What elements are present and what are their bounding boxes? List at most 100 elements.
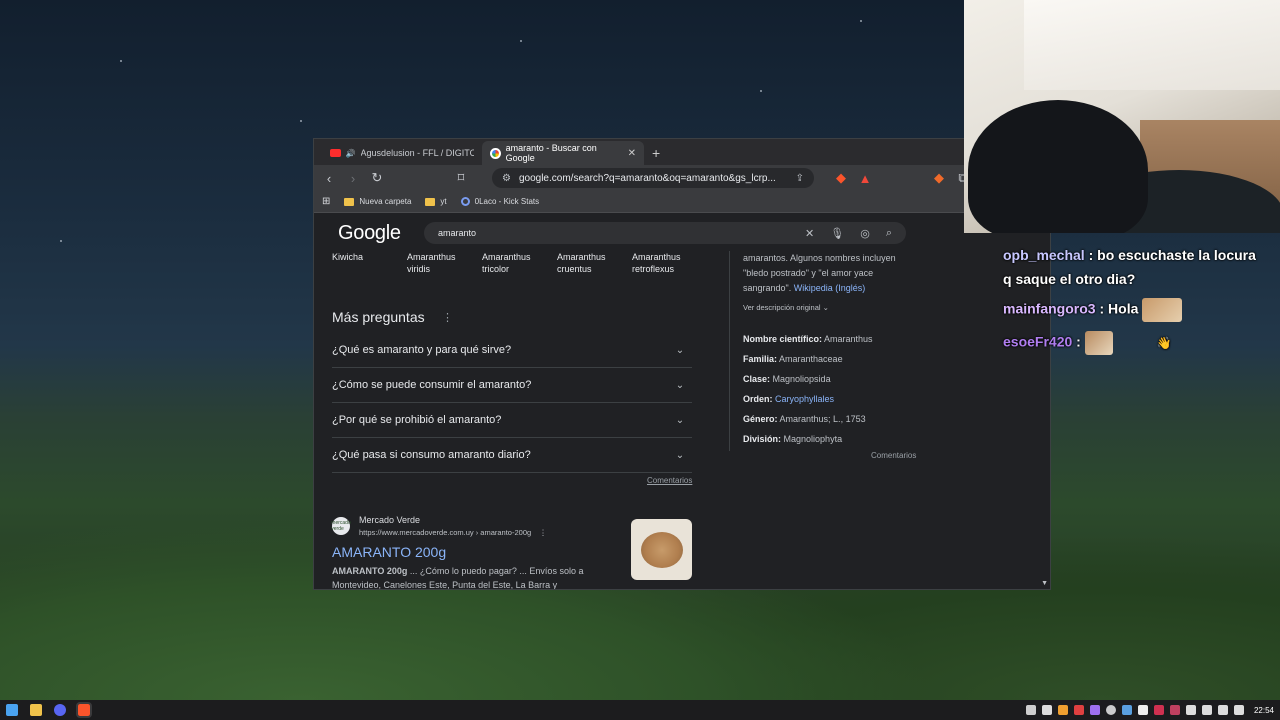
fact-value-link[interactable]: Caryophyllales [775,394,834,404]
forward-icon[interactable]: › [346,171,360,186]
clear-icon[interactable]: ✕ [805,227,814,240]
rewards-icon[interactable]: ▲ [858,171,872,186]
search-icon[interactable]: ⌕ [886,227,892,240]
kg-feedback-link[interactable]: Comentarios [871,451,916,460]
wifi-icon[interactable] [1201,705,1212,715]
search-box[interactable]: amaranto ✕ 🎙 ◎ ⌕ [424,222,906,244]
chevron-down-icon[interactable]: ⌄ [672,412,688,428]
bookmark-nueva-carpeta[interactable]: Nueva carpeta [344,197,411,206]
tray-app-icon[interactable] [1121,705,1132,715]
kg-fact: Nombre científico: Amaranthus [743,329,873,349]
tab-label: amaranto - Buscar con Google [505,143,597,163]
shields-icon[interactable]: ◆ [834,170,848,186]
tray-app-icon[interactable] [1153,705,1164,715]
tray-app-icon[interactable] [1169,705,1180,715]
see-original-toggle[interactable]: Ver descripción original ⌄ [743,300,829,315]
chat-username: esoeFr420 [1003,333,1073,350]
reload-icon[interactable]: ↻ [370,170,384,186]
fact-label: Nombre científico: [743,334,823,344]
question-item[interactable]: ¿Qué es amaranto y para qué sirve? ⌄ [332,333,692,368]
related-item[interactable]: Amaranthus tricolor [482,251,534,275]
question-item[interactable]: ¿Por qué se prohibió el amaranto? ⌄ [332,403,692,438]
mic-icon[interactable]: 🎙 [830,227,844,240]
question-text: ¿Qué pasa si consumo amaranto diario? [332,449,531,461]
related-item[interactable]: Kiwicha [332,251,384,275]
url-text: google.com/search?q=amaranto&oq=amaranto… [518,172,776,184]
google-logo[interactable]: Google [338,222,401,245]
star [520,40,522,42]
wikipedia-link[interactable]: Wikipedia (Inglés) [794,283,866,293]
lens-icon[interactable]: ◎ [860,227,870,240]
question-item[interactable]: ¿Cómo se puede consumir el amaranto? ⌄ [332,368,692,403]
kg-fact: División: Magnoliophyta [743,429,873,449]
toolbar: ‹ › ↻ ⌑ ⚙ google.com/search?q=amaranto&o… [314,165,1050,191]
tray-app-icon[interactable] [1057,705,1068,715]
star [300,120,302,122]
bookmark-kick-stats[interactable]: 0Laco - Kick Stats [460,197,540,206]
kg-facts: Nombre científico: Amaranthus Familia: A… [743,329,873,449]
new-tab-button[interactable]: + [644,141,668,165]
bookmark-yt[interactable]: yt [425,197,447,206]
amaranth-bowl-image [640,531,683,568]
question-item[interactable]: ¿Qué pasa si consumo amaranto diario? ⌄ [332,438,692,473]
apps-icon[interactable]: ⊞ [322,196,330,207]
google-header: Google amaranto ✕ 🎙 ◎ ⌕ [314,215,1050,251]
chevron-down-icon[interactable]: ⌄ [672,342,688,358]
system-tray: 22:54 [1025,705,1274,715]
result-site-name[interactable]: Mercado Verde [359,515,420,525]
tray-app-icon[interactable] [1073,705,1084,715]
google-icon [490,147,501,159]
chat-message: opb_mechal : bo escuchaste la locura [1003,247,1256,263]
result-url-text: https://www.mercadoverde.com.uy › amaran… [359,528,532,537]
windows-start-icon[interactable] [6,704,18,716]
related-item[interactable]: Amaranthus cruentus [557,251,609,275]
address-bar[interactable]: ⚙ google.com/search?q=amaranto&oq=amaran… [492,168,814,188]
more-options-icon[interactable]: ⋮ [539,528,547,537]
fact-value: Amaranthus; L., 1753 [779,414,866,424]
scroll-down-arrow[interactable]: ▼ [1041,580,1048,587]
share-icon[interactable]: ⇪ [796,173,804,184]
chat-message: esoeFr420 : 👋 [1003,331,1172,355]
bookmark-icon[interactable]: ⌑ [454,170,468,186]
tray-app-icon[interactable] [1137,705,1148,715]
chat-text: bo escuchaste la locura [1097,247,1256,263]
folder-icon [344,197,355,206]
chat-message: mainfangoro3 : Hola [1003,298,1183,322]
search-input[interactable]: amaranto [438,228,476,238]
file-explorer-icon[interactable] [30,704,42,716]
tab-label: Agusdelusion - FFL / DIGITOS | C [360,148,474,158]
tray-app-icon[interactable] [1185,705,1196,715]
chevron-down-icon[interactable]: ⌄ [672,447,688,463]
result-title[interactable]: AMARANTO 200g [332,544,446,560]
tab-youtube[interactable]: 🔊 Agusdelusion - FFL / DIGITOS | C [322,141,482,165]
cat-emote-icon [1142,298,1183,322]
wave-emoji-icon: 👋 [1156,335,1172,350]
battery-icon[interactable] [1233,705,1244,715]
clock[interactable]: 22:54 [1254,706,1274,715]
close-icon[interactable]: ✕ [628,148,636,159]
kick-stats-icon [460,197,470,206]
site-settings-icon[interactable]: ⚙ [502,173,511,184]
extension-fox-icon[interactable]: ◆ [932,170,946,186]
bookmark-label: 0Laco - Kick Stats [474,197,540,206]
back-icon[interactable]: ‹ [322,171,336,186]
result-url[interactable]: https://www.mercadoverde.com.uy › amaran… [359,528,547,537]
tray-app-icon[interactable] [1041,705,1052,715]
tray-app-icon[interactable] [1089,705,1100,715]
volume-icon[interactable] [1217,705,1228,715]
chevron-down-icon[interactable]: ⌄ [672,377,688,393]
related-item[interactable]: Amaranthus retroflexus [632,251,684,275]
tray-app-icon[interactable] [1025,705,1036,715]
brave-browser-icon[interactable] [76,702,92,718]
chevron-down-icon: ⌄ [822,303,829,312]
feedback-link[interactable]: Comentarios [647,476,692,485]
result-thumbnail[interactable] [631,519,692,580]
discord-icon[interactable] [54,704,66,716]
bookmark-label: Nueva carpeta [359,197,412,206]
tab-google[interactable]: amaranto - Buscar con Google ✕ [482,141,644,165]
more-options-icon[interactable]: ⋮ [442,311,453,324]
related-item[interactable]: Amaranthus viridis [407,251,459,275]
tray-app-icon[interactable] [1105,705,1116,715]
browser-window: 🔊 Agusdelusion - FFL / DIGITOS | C amara… [313,138,1051,590]
speaker-icon[interactable]: 🔊 [346,149,356,158]
